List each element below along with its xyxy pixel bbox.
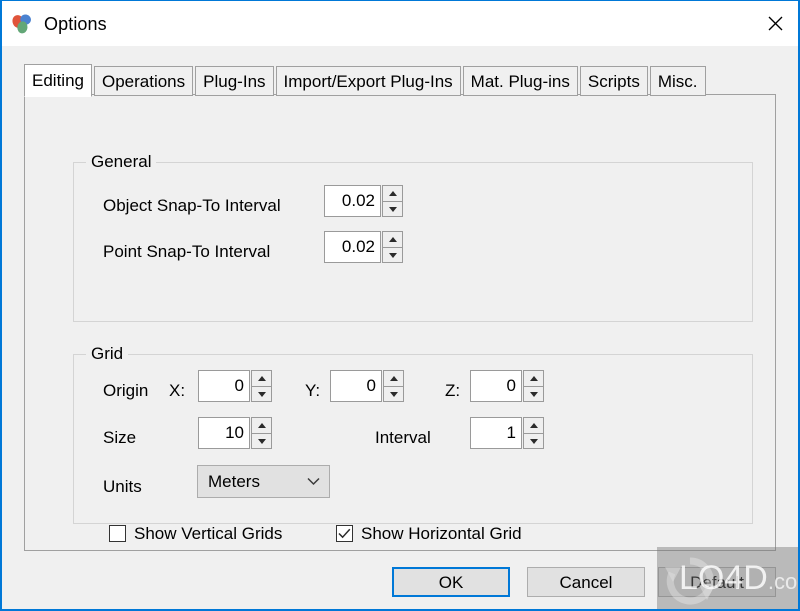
grid-interval-spinbox[interactable] xyxy=(470,417,544,449)
object-snap-interval-label: Object Snap-To Interval xyxy=(103,196,281,215)
grid-origin-x-input[interactable] xyxy=(198,370,250,402)
spin-up-icon[interactable] xyxy=(523,417,544,433)
tab-label: Misc. xyxy=(657,71,698,91)
show-vertical-grids-label: Show Vertical Grids xyxy=(134,524,283,543)
tab-import-export-plug-ins[interactable]: Import/Export Plug-Ins xyxy=(275,66,461,96)
grid-group-title: Grid xyxy=(86,345,129,362)
tab-editing[interactable]: Editing xyxy=(24,64,92,97)
object-snap-interval-input[interactable] xyxy=(324,185,381,217)
grid-units-label: Units xyxy=(103,477,142,496)
checkbox-checked-icon xyxy=(336,525,353,542)
tab-scripts[interactable]: Scripts xyxy=(579,66,648,96)
tab-label: Editing xyxy=(32,71,84,90)
options-dialog-window: Options Editing Operations Plug-Ins Impo… xyxy=(0,0,800,611)
grid-units-value: Meters xyxy=(208,471,260,491)
tab-operations[interactable]: Operations xyxy=(93,66,194,96)
tab-label: Scripts xyxy=(587,71,640,91)
grid-interval-spinner[interactable] xyxy=(523,417,544,449)
grid-origin-x-label: X: xyxy=(169,381,186,400)
tab-label: Import/Export Plug-Ins xyxy=(283,71,453,91)
grid-size-input[interactable] xyxy=(198,417,250,449)
tab-mat-plug-ins[interactable]: Mat. Plug-ins xyxy=(462,66,578,96)
show-vertical-grids-checkbox[interactable]: Show Vertical Grids xyxy=(109,525,282,542)
spin-up-icon[interactable] xyxy=(383,370,404,386)
three-leaf-logo-icon xyxy=(10,12,34,36)
tab-label: Operations xyxy=(101,71,186,91)
spin-up-icon[interactable] xyxy=(523,370,544,386)
title-bar: Options xyxy=(2,1,798,46)
ok-button-label: OK xyxy=(438,572,464,592)
tab-plug-ins[interactable]: Plug-Ins xyxy=(195,66,274,96)
spin-down-icon[interactable] xyxy=(251,386,272,402)
cancel-button-label: Cancel xyxy=(559,572,613,592)
tab-panel-editing: General Object Snap-To Interval Point Sn… xyxy=(24,94,776,551)
grid-interval-label: Interval xyxy=(375,428,431,447)
point-snap-interval-label: Point Snap-To Interval xyxy=(103,242,271,261)
grid-size-spinner[interactable] xyxy=(251,417,272,449)
grid-origin-z-spinner[interactable] xyxy=(523,370,544,402)
window-title: Options xyxy=(44,13,107,34)
dialog-client-area: Editing Operations Plug-Ins Import/Expor… xyxy=(2,46,798,609)
spin-up-icon[interactable] xyxy=(382,231,403,247)
show-horizontal-grid-label: Show Horizontal Grid xyxy=(361,524,522,543)
grid-origin-y-spinner[interactable] xyxy=(383,370,404,402)
close-icon[interactable] xyxy=(752,1,798,45)
object-snap-interval-spinner[interactable] xyxy=(382,185,403,217)
default-button-label: Default xyxy=(690,572,744,592)
tab-label: Plug-Ins xyxy=(203,71,266,91)
grid-units-combobox[interactable]: Meters xyxy=(197,465,330,498)
spin-down-icon[interactable] xyxy=(251,433,272,449)
cancel-button[interactable]: Cancel xyxy=(527,567,645,597)
spin-up-icon[interactable] xyxy=(382,185,403,201)
grid-origin-x-spinner[interactable] xyxy=(251,370,272,402)
tab-strip: Editing Operations Plug-Ins Import/Expor… xyxy=(24,64,708,97)
grid-interval-input[interactable] xyxy=(470,417,522,449)
chevron-down-icon xyxy=(307,477,320,486)
spin-up-icon[interactable] xyxy=(251,370,272,386)
point-snap-interval-spinbox[interactable] xyxy=(324,231,403,263)
general-group-title: General xyxy=(86,153,157,170)
grid-origin-y-spinbox[interactable] xyxy=(330,370,404,402)
object-snap-interval-spinbox[interactable] xyxy=(324,185,403,217)
spin-down-icon[interactable] xyxy=(383,386,404,402)
grid-origin-z-spinbox[interactable] xyxy=(470,370,544,402)
spin-down-icon[interactable] xyxy=(523,433,544,449)
grid-group-box: Grid Origin X: Y: xyxy=(73,345,753,542)
tab-label: Mat. Plug-ins xyxy=(470,71,570,91)
grid-size-label: Size xyxy=(103,428,137,447)
grid-origin-label: Origin xyxy=(103,381,149,400)
grid-origin-z-input[interactable] xyxy=(470,370,522,402)
point-snap-interval-input[interactable] xyxy=(324,231,381,263)
show-horizontal-grid-checkbox[interactable]: Show Horizontal Grid xyxy=(336,525,522,542)
ok-button[interactable]: OK xyxy=(392,567,510,597)
default-button[interactable]: Default xyxy=(658,567,776,597)
spin-down-icon[interactable] xyxy=(523,386,544,402)
tab-misc[interactable]: Misc. xyxy=(649,66,706,96)
general-group-box: General Object Snap-To Interval Point Sn… xyxy=(73,153,753,322)
grid-size-spinbox[interactable] xyxy=(198,417,272,449)
spin-down-icon[interactable] xyxy=(382,247,403,263)
checkbox-unchecked-icon xyxy=(109,525,126,542)
grid-origin-y-label: Y: xyxy=(305,381,321,400)
point-snap-interval-spinner[interactable] xyxy=(382,231,403,263)
grid-origin-y-input[interactable] xyxy=(330,370,382,402)
grid-origin-x-spinbox[interactable] xyxy=(198,370,272,402)
spin-down-icon[interactable] xyxy=(382,201,403,217)
spin-up-icon[interactable] xyxy=(251,417,272,433)
grid-origin-z-label: Z: xyxy=(445,381,461,400)
